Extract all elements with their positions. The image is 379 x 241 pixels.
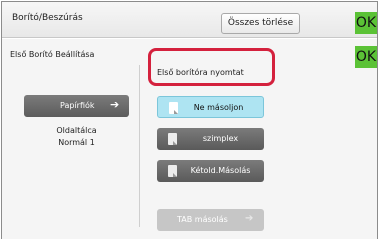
arrow-right-icon: ➔ bbox=[245, 213, 254, 224]
option-label: Ne másoljon bbox=[193, 103, 244, 112]
option-label: szimplex bbox=[202, 134, 239, 143]
title-bar: Borító/Beszúrás Összes törlése OK bbox=[2, 2, 377, 38]
ok-button-panel[interactable]: OK bbox=[355, 46, 377, 68]
tray-name: Oldaltálca bbox=[56, 126, 97, 135]
option-label: Kétold.Másolás bbox=[190, 166, 251, 175]
option-no-copy-button[interactable]: Ne másoljon bbox=[157, 96, 264, 118]
paper-type: Normál 1 bbox=[58, 138, 95, 147]
tab-copy-label: TAB másolás bbox=[177, 215, 228, 224]
option-duplex-button[interactable]: Kétold.Másolás bbox=[157, 160, 264, 182]
paper-tray-button[interactable]: Papírfiók ➔ bbox=[24, 95, 129, 117]
tab-copy-button[interactable]: TAB másolás ➔ bbox=[157, 209, 264, 231]
ok-button-main[interactable]: OK bbox=[355, 12, 377, 34]
paper-tray-label: Papírfiók bbox=[60, 101, 95, 110]
screen-frame: Borító/Beszúrás Összes törlése OK Első B… bbox=[1, 1, 378, 239]
clear-all-button[interactable]: Összes törlése bbox=[221, 13, 300, 34]
selection-highlight-frame bbox=[148, 48, 275, 86]
arrow-right-icon: ➔ bbox=[110, 98, 120, 111]
panel-title: Első Borító Beállítása bbox=[10, 50, 95, 59]
page-title: Borító/Beszúrás bbox=[12, 13, 83, 23]
option-simplex-button[interactable]: szimplex bbox=[157, 128, 264, 150]
vertical-divider bbox=[139, 65, 140, 227]
